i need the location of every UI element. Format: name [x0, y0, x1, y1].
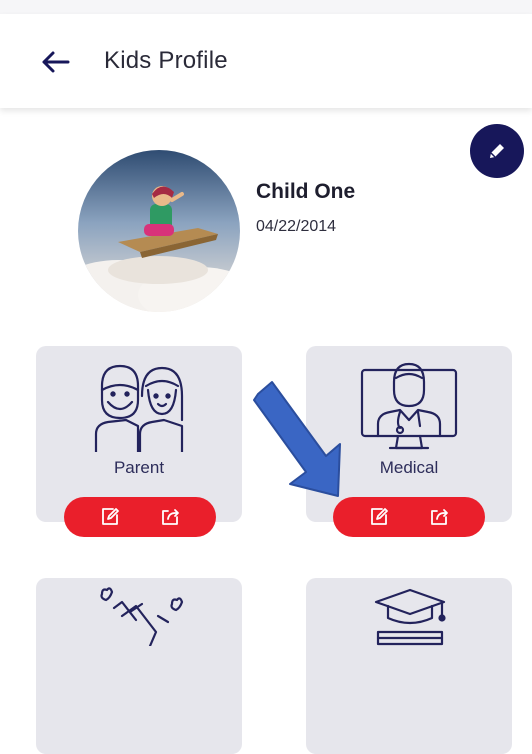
- share-icon[interactable]: [157, 504, 183, 530]
- status-strip: [0, 0, 532, 14]
- pencil-icon: [490, 144, 504, 158]
- card-parent[interactable]: Parent: [36, 346, 242, 522]
- avatar-image: [78, 150, 240, 312]
- card-education[interactable]: [306, 578, 512, 754]
- edit-icon[interactable]: [366, 504, 392, 530]
- app-bar: Kids Profile: [0, 14, 532, 108]
- doctor-monitor-icon: [360, 362, 458, 450]
- card-label: Medical: [379, 458, 439, 477]
- card-medical-actions: [333, 497, 485, 537]
- back-button[interactable]: [38, 46, 74, 78]
- arrow-left-icon: [42, 51, 70, 73]
- share-icon[interactable]: [426, 504, 452, 530]
- graduation-cap-icon: [374, 588, 446, 646]
- card-medical[interactable]: Medical: [306, 346, 512, 522]
- clapping-hands-icon: [100, 587, 184, 646]
- edit-icon[interactable]: [97, 504, 123, 530]
- page-title: Kids Profile: [104, 47, 228, 74]
- parents-icon: [94, 364, 184, 452]
- child-name: Child One: [256, 180, 356, 203]
- edit-profile-button[interactable]: [470, 124, 524, 178]
- card-activities[interactable]: [36, 578, 242, 754]
- card-parent-actions: [64, 497, 216, 537]
- card-label: Parent: [113, 458, 165, 477]
- child-avatar[interactable]: [78, 150, 240, 312]
- child-dob: 04/22/2014: [256, 218, 337, 235]
